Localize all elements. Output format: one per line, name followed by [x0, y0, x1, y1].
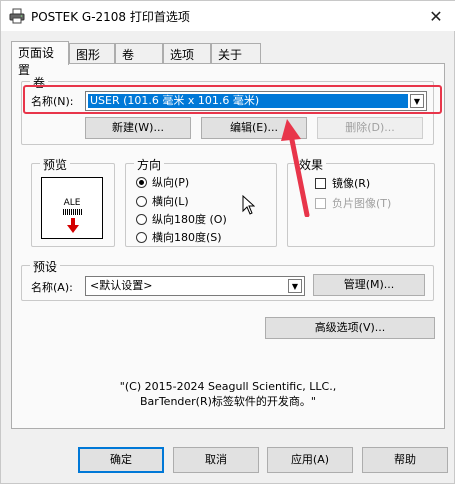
tab-label: 选项 [170, 48, 195, 62]
radio-label: 纵向(P) [152, 176, 190, 189]
arrow-icon [281, 119, 310, 217]
tab-label: 卷 [122, 48, 135, 62]
manage-presets-button[interactable]: 管理(M)... [313, 274, 425, 296]
radio-dot [136, 195, 147, 207]
radio-dot [136, 231, 147, 243]
roll-name-label: 名称(N): [31, 95, 74, 108]
orientation-landscape-180-radio[interactable]: 横向180度(S) [136, 229, 222, 245]
copyright-line-2: BarTender(R)标签软件的开发商。" [140, 395, 316, 408]
chevron-down-icon: ▼ [410, 94, 424, 108]
tab-options[interactable]: 选项 [163, 43, 211, 64]
negative-image-checkbox[interactable]: 负片图像(T) [315, 195, 391, 211]
ok-button[interactable]: 确定 [78, 447, 164, 473]
checkbox-label: 负片图像(T) [332, 197, 392, 210]
radio-dot [136, 176, 147, 188]
apply-button[interactable]: 应用(A) [267, 447, 353, 473]
feed-direction-arrow-icon [67, 218, 79, 233]
orientation-landscape-radio[interactable]: 横向(L) [136, 193, 189, 209]
title-bar: POSTEK G-2108 打印首选项 ✕ [1, 1, 455, 31]
checkbox-label: 镜像(R) [332, 177, 371, 190]
orientation-portrait-180-radio[interactable]: 纵向180度 (O) [136, 211, 227, 227]
tab-roll[interactable]: 卷 [115, 43, 163, 64]
printer-icon [9, 8, 25, 24]
close-button[interactable]: ✕ [416, 1, 455, 31]
preset-name-select[interactable]: <默认设置> ▼ [85, 276, 305, 296]
cancel-button[interactable]: 取消 [173, 447, 259, 473]
radio-label: 纵向180度 (O) [152, 213, 227, 226]
preset-name-label: 名称(A): [31, 281, 73, 294]
tab-label: 关于 [218, 48, 243, 62]
window-title: POSTEK G-2108 打印首选项 [31, 10, 190, 24]
mouse-cursor-icon [242, 195, 255, 215]
preset-group-legend: 预设 [30, 258, 61, 275]
orientation-portrait-radio[interactable]: 纵向(P) [136, 174, 189, 190]
copyright-line-1: "(C) 2015-2024 Seagull Scientific, LLC., [119, 380, 337, 393]
preview-group-legend: 预览 [40, 156, 71, 173]
preset-name-value: <默认设置> [90, 279, 153, 292]
label-preview: ALE [41, 177, 103, 239]
preview-sample-text: ALE [63, 198, 81, 208]
tab-page-setup[interactable]: 页面设置 [11, 41, 69, 77]
delete-roll-button[interactable]: 删除(D)... [317, 117, 423, 139]
tab-graphics[interactable]: 图形 [69, 43, 115, 64]
orientation-group-legend: 方向 [134, 156, 165, 173]
close-icon: ✕ [429, 6, 443, 26]
dialog-window: POSTEK G-2108 打印首选项 ✕ 页面设置 图形 卷 选项 关于 卷 … [0, 0, 455, 484]
new-roll-button[interactable]: 新建(W)... [85, 117, 191, 139]
mirror-checkbox[interactable]: 镜像(R) [315, 175, 370, 191]
radio-dot [136, 213, 147, 225]
tab-label: 图形 [76, 48, 101, 62]
radio-label: 横向(L) [152, 195, 189, 208]
chevron-down-icon: ▼ [288, 279, 302, 293]
advanced-options-button[interactable]: 高级选项(V)... [265, 317, 435, 339]
roll-name-value: USER (101.6 毫米 x 101.6 毫米) [88, 94, 408, 108]
tab-about[interactable]: 关于 [211, 43, 261, 64]
help-button[interactable]: 帮助 [362, 447, 448, 473]
barcode-icon [63, 209, 83, 215]
roll-name-select[interactable]: USER (101.6 毫米 x 101.6 毫米) ▼ [85, 91, 427, 111]
radio-label: 横向180度(S) [152, 231, 222, 244]
